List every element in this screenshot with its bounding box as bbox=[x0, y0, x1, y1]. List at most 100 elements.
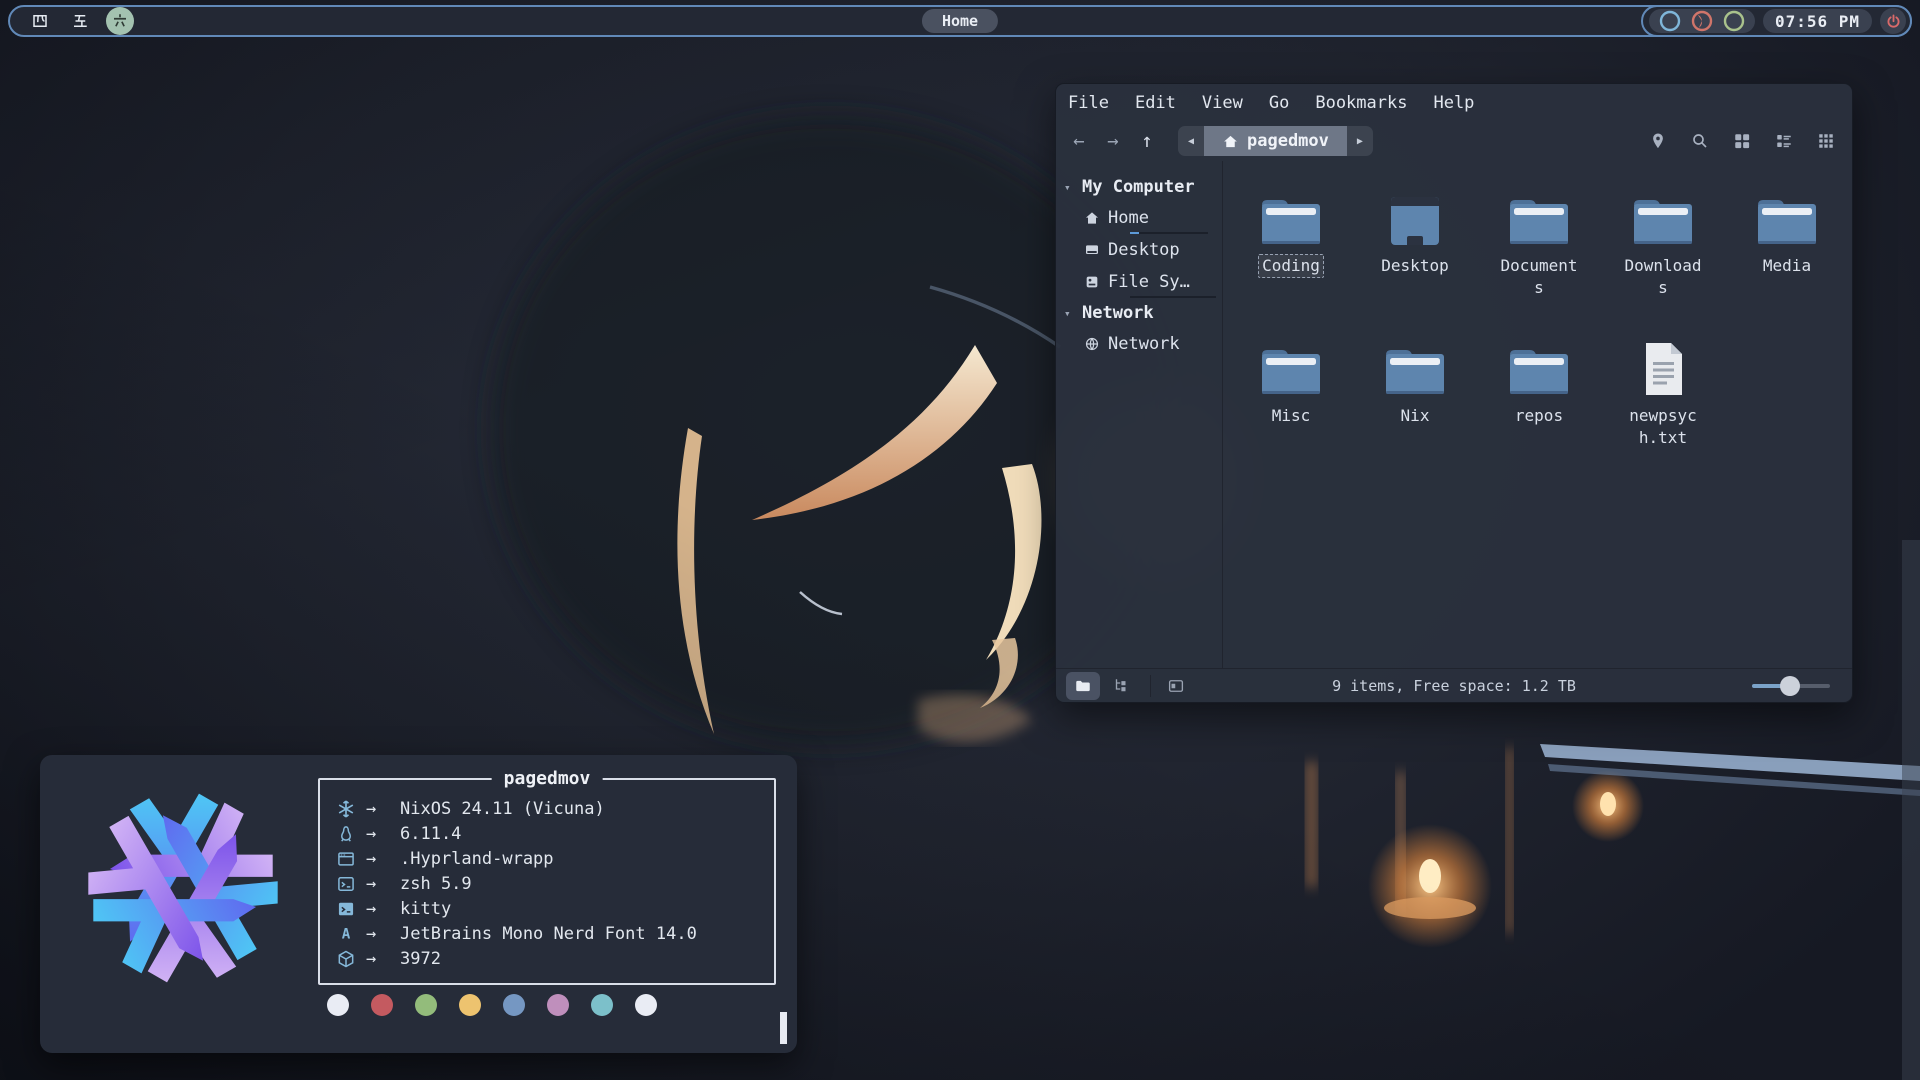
filesystem-underline bbox=[1130, 296, 1216, 298]
compact-grid-icon bbox=[1817, 132, 1835, 150]
kanji-six-icon bbox=[111, 12, 129, 30]
side-panel-icon bbox=[1167, 677, 1185, 695]
home-icon bbox=[1084, 210, 1100, 226]
file-item-desktop[interactable]: Desktop bbox=[1353, 189, 1477, 339]
slider-knob[interactable] bbox=[1780, 676, 1800, 696]
up-button[interactable]: ↑ bbox=[1130, 126, 1164, 156]
palette-dot-green bbox=[415, 994, 437, 1016]
menu-edit[interactable]: Edit bbox=[1135, 93, 1176, 113]
file-manager-window: File Edit View Go Bookmarks Help ← → ↑ ◀… bbox=[1055, 83, 1853, 703]
menu-help[interactable]: Help bbox=[1433, 93, 1474, 113]
workspace-6-active[interactable] bbox=[106, 7, 134, 35]
terminal-color-palette bbox=[327, 994, 657, 1016]
tab-pagedmov[interactable]: pagedmov bbox=[1204, 126, 1347, 156]
menu-bookmarks[interactable]: Bookmarks bbox=[1315, 93, 1407, 113]
file-grid: Coding Desktop bbox=[1223, 161, 1852, 668]
folder-icon bbox=[1259, 193, 1323, 247]
fetch-row-wm: → .Hyprland-wrapp bbox=[336, 846, 764, 871]
file-item-repos[interactable]: repos bbox=[1477, 339, 1601, 489]
zoom-slider[interactable] bbox=[1752, 676, 1830, 696]
folder-icon bbox=[1507, 193, 1571, 247]
folder-icon bbox=[1631, 193, 1695, 247]
workspace-4[interactable] bbox=[26, 7, 54, 35]
nix-snowflake-icon bbox=[336, 799, 356, 819]
tree-pane-button[interactable] bbox=[1104, 672, 1138, 700]
file-item-newpsych-txt[interactable]: newpsych.txt bbox=[1601, 339, 1725, 489]
menu-bar: File Edit View Go Bookmarks Help bbox=[1056, 84, 1852, 121]
desktop-folder-icon bbox=[1386, 193, 1444, 247]
palette-dot-yellow bbox=[459, 994, 481, 1016]
collapse-triangle-icon: ▾ bbox=[1064, 307, 1074, 320]
file-item-nix[interactable]: Nix bbox=[1353, 339, 1477, 489]
file-item-misc[interactable]: Misc bbox=[1229, 339, 1353, 489]
packages-icon bbox=[336, 949, 356, 969]
file-item-media[interactable]: Media bbox=[1725, 189, 1849, 339]
power-button[interactable] bbox=[1880, 8, 1906, 34]
compact-view-button[interactable] bbox=[1810, 126, 1842, 156]
places-pane-button[interactable] bbox=[1066, 672, 1100, 700]
home-icon bbox=[1222, 133, 1239, 150]
tab-bar: ◀ pagedmov ▶ bbox=[1178, 126, 1373, 156]
search-button[interactable] bbox=[1684, 126, 1716, 156]
desktop-icon bbox=[1084, 242, 1100, 258]
folder-pane-icon bbox=[1074, 677, 1092, 695]
status-text: 9 items, Free space: 1.2 TB bbox=[1332, 677, 1576, 695]
location-button[interactable] bbox=[1642, 126, 1674, 156]
sidebar-item-network[interactable]: Network bbox=[1084, 330, 1180, 358]
menu-view[interactable]: View bbox=[1202, 93, 1243, 113]
back-button[interactable]: ← bbox=[1062, 126, 1096, 156]
svg-text:A: A bbox=[342, 926, 351, 942]
icon-view-button[interactable] bbox=[1726, 126, 1758, 156]
palette-dot-white2 bbox=[635, 994, 657, 1016]
fetch-row-terminal: → kitty bbox=[336, 896, 764, 921]
sidebar-section-my-computer[interactable]: ▾ My Computer bbox=[1064, 173, 1195, 201]
fetch-row-packages: → 3972 bbox=[336, 946, 764, 971]
statusbar-separator bbox=[1150, 675, 1151, 697]
sidebar-section-network[interactable]: ▾ Network bbox=[1064, 299, 1154, 327]
forward-button[interactable]: → bbox=[1096, 126, 1130, 156]
status-bar: 9 items, Free space: 1.2 TB bbox=[1056, 668, 1852, 702]
desktop: Home 07:56 PM File Edit View bbox=[0, 0, 1920, 1080]
sidebar-item-home[interactable]: Home bbox=[1084, 204, 1149, 232]
kernel-tux-icon bbox=[336, 824, 356, 844]
kanji-four-icon bbox=[31, 12, 49, 30]
fetch-title: pagedmov bbox=[492, 768, 603, 789]
file-item-documents[interactable]: Documents bbox=[1477, 189, 1601, 339]
kanji-five-icon bbox=[71, 12, 89, 30]
sidebar-item-filesystem[interactable]: File Sy… bbox=[1084, 268, 1190, 296]
fetch-rows: → NixOS 24.11 (Vicuna) → 6.11.4 → bbox=[336, 796, 764, 971]
nixos-logo bbox=[72, 777, 294, 999]
file-item-downloads[interactable]: Downloads bbox=[1601, 189, 1725, 339]
workspaces bbox=[10, 7, 134, 35]
power-icon bbox=[1885, 13, 1902, 30]
fetch-info-frame: pagedmov → NixOS 24.11 (Vicuna) → 6.11.4 bbox=[318, 778, 776, 985]
file-item-coding[interactable]: Coding bbox=[1229, 189, 1353, 339]
folder-icon bbox=[1755, 193, 1819, 247]
palette-dot-red bbox=[371, 994, 393, 1016]
home-underline bbox=[1130, 232, 1208, 234]
bar-right-module: 07:56 PM bbox=[1641, 5, 1912, 37]
palette-dot-blue bbox=[503, 994, 525, 1016]
detail-list-icon bbox=[1775, 132, 1793, 150]
tab-label: pagedmov bbox=[1247, 131, 1329, 151]
globe-icon bbox=[1084, 336, 1100, 352]
terminal-cursor bbox=[780, 1012, 787, 1044]
sidebar-item-desktop[interactable]: Desktop bbox=[1084, 236, 1180, 264]
fetch-row-font: A → JetBrains Mono Nerd Font 14.0 bbox=[336, 921, 764, 946]
prev-tab-button[interactable]: ◀ bbox=[1178, 126, 1204, 156]
folder-icon bbox=[1383, 343, 1447, 397]
text-file-icon bbox=[1641, 341, 1685, 397]
collapse-triangle-icon: ▾ bbox=[1064, 181, 1074, 194]
list-view-button[interactable] bbox=[1768, 126, 1800, 156]
fetch-row-kernel: → 6.11.4 bbox=[336, 821, 764, 846]
side-panel-toggle-button[interactable] bbox=[1159, 672, 1193, 700]
menu-go[interactable]: Go bbox=[1269, 93, 1289, 113]
sidebar: ▾ My Computer Home Desktop bbox=[1056, 161, 1223, 668]
tree-view-icon bbox=[1112, 677, 1130, 695]
next-tab-button[interactable]: ▶ bbox=[1347, 126, 1373, 156]
workspace-5[interactable] bbox=[66, 7, 94, 35]
menu-file[interactable]: File bbox=[1068, 93, 1109, 113]
grid-view-icon bbox=[1733, 132, 1751, 150]
status-circles bbox=[1649, 9, 1755, 33]
toolbar: ← → ↑ ◀ pagedmov ▶ bbox=[1056, 121, 1852, 161]
